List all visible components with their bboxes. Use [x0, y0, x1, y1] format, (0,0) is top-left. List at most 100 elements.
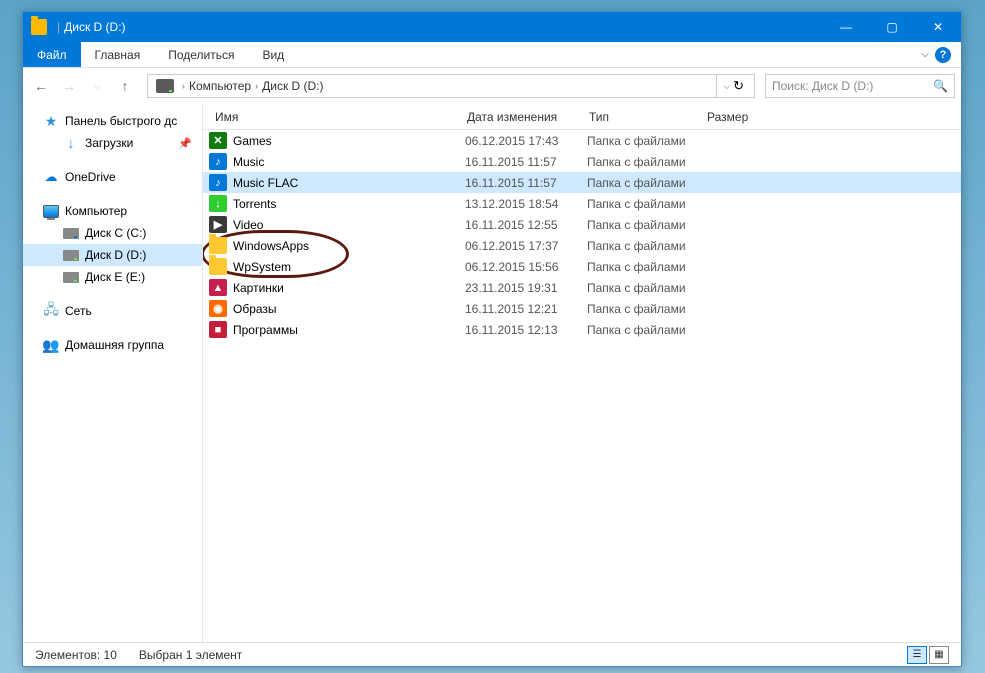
separator-icon: | — [57, 20, 60, 34]
file-row[interactable]: ▶Video16.11.2015 12:55Папка с файлами — [203, 214, 961, 235]
breadcrumb-drive[interactable]: Диск D (D:) — [262, 79, 323, 93]
sidebar-item-network[interactable]: 🖧 Сеть — [23, 300, 202, 322]
file-name: Video — [233, 218, 263, 232]
file-name: Games — [233, 134, 272, 148]
drive-icon — [63, 270, 79, 284]
sidebar-item-quick[interactable]: ★ Панель быстрого дс — [23, 110, 202, 132]
file-date: 16.11.2015 11:57 — [465, 155, 587, 169]
file-name: Music — [233, 155, 264, 169]
file-row[interactable]: ♪ Music FLAC 16.11.2015 11:57Папка с файла… — [203, 172, 961, 193]
chevron-down-icon[interactable]: ⌵ — [723, 81, 730, 92]
tab-home[interactable]: Главная — [81, 42, 155, 67]
sidebar-item-drive-d[interactable]: Диск D (D:) — [23, 244, 202, 266]
computer-icon — [43, 204, 59, 218]
pin-icon: 📌 — [178, 137, 192, 150]
sidebar-item-drive-e[interactable]: Диск E (E:) — [23, 266, 202, 288]
file-type: Папка с файлами — [587, 260, 705, 274]
titlebar[interactable]: | Диск D (D:) — ▢ ✕ — [23, 12, 961, 42]
ribbon-help[interactable]: ⌵ ? — [911, 42, 961, 67]
file-type-icon: ♪ — [209, 174, 227, 191]
file-name: WindowsApps — [233, 239, 309, 253]
file-row[interactable]: ♪ Music 16.11.2015 11:57Папка с файлами — [203, 151, 961, 172]
sidebar-item-homegroup[interactable]: 👥 Домашняя группа — [23, 334, 202, 356]
file-name: Картинки — [233, 281, 284, 295]
help-icon[interactable]: ? — [935, 47, 951, 63]
file-type: Папка с файлами — [587, 239, 705, 253]
file-type: Папка с файлами — [587, 281, 705, 295]
file-row[interactable]: ■Программы16.11.2015 12:13Папка с файлам… — [203, 319, 961, 340]
back-button[interactable]: ← — [29, 74, 53, 98]
status-count: Элементов: 10 — [35, 648, 117, 662]
file-type-icon: ▶ — [209, 216, 227, 233]
close-button[interactable]: ✕ — [915, 12, 961, 42]
up-button[interactable]: ↑ — [113, 74, 137, 98]
search-placeholder: Поиск: Диск D (D:) — [772, 79, 933, 93]
file-type: Папка с файлами — [587, 176, 705, 190]
file-type: Папка с файлами — [587, 155, 705, 169]
file-name: Torrents — [233, 197, 276, 211]
ribbon: Файл Главная Поделиться Вид ⌵ ? — [23, 42, 961, 68]
download-icon: ↓ — [63, 136, 79, 150]
file-type-icon: ◉ — [209, 300, 227, 317]
col-size[interactable]: Размер — [699, 110, 779, 124]
sidebar-item-downloads[interactable]: ↓ Загрузки 📌 — [23, 132, 202, 154]
file-date: 13.12.2015 18:54 — [465, 197, 587, 211]
chevron-right-icon[interactable]: › — [255, 81, 258, 91]
breadcrumb[interactable]: › Компьютер › Диск D (D:) ⌵ ↻ — [147, 74, 755, 98]
file-type-icon: ♪ — [209, 153, 227, 170]
file-date: 06.12.2015 17:43 — [465, 134, 587, 148]
window-title: Диск D (D:) — [64, 20, 823, 34]
maximize-button[interactable]: ▢ — [869, 12, 915, 42]
file-date: 16.11.2015 11:57 — [465, 176, 587, 190]
file-type: Папка с файлами — [587, 302, 705, 316]
breadcrumb-computer[interactable]: Компьютер — [189, 79, 251, 93]
file-type-icon: ▲ — [209, 279, 227, 296]
tab-file[interactable]: Файл — [23, 42, 81, 67]
file-date: 06.12.2015 17:37 — [465, 239, 587, 253]
file-list[interactable]: ✕Games06.12.2015 17:43Папка с файлами♪Mu… — [203, 130, 961, 642]
drive-icon — [63, 226, 79, 240]
file-type-icon: ✕ — [209, 132, 227, 149]
search-icon: 🔍 — [933, 79, 948, 93]
forward-button[interactable]: → — [57, 74, 81, 98]
file-date: 16.11.2015 12:13 — [465, 323, 587, 337]
sidebar-item-computer[interactable]: Компьютер — [23, 200, 202, 222]
file-date: 16.11.2015 12:55 — [465, 218, 587, 232]
file-type: Папка с файлами — [587, 323, 705, 337]
file-type: Папка с файлами — [587, 134, 705, 148]
col-type[interactable]: Тип — [581, 110, 699, 124]
file-date: 06.12.2015 15:56 — [465, 260, 587, 274]
file-name: Music FLAC — [233, 176, 298, 190]
tab-share[interactable]: Поделиться — [154, 42, 248, 67]
minimize-button[interactable]: — — [823, 12, 869, 42]
network-icon: 🖧 — [43, 304, 59, 318]
col-name[interactable]: Имя — [203, 110, 459, 124]
tab-view[interactable]: Вид — [248, 42, 298, 67]
homegroup-icon: 👥 — [43, 338, 59, 352]
col-date[interactable]: Дата изменения — [459, 110, 581, 124]
sidebar-item-onedrive[interactable]: ☁ OneDrive — [23, 166, 202, 188]
file-row[interactable]: ✕ Games 06.12.2015 17:43Папка с файлами — [203, 130, 961, 151]
view-details-button[interactable]: ☰ — [907, 646, 927, 664]
column-headers: Имя Дата изменения Тип Размер — [203, 104, 961, 130]
drive-icon — [63, 248, 79, 262]
navigation-bar: ← → ⌵ ↑ › Компьютер › Диск D (D:) ⌵ ↻ По… — [23, 68, 961, 104]
file-name: WpSystem — [233, 260, 291, 274]
file-row[interactable]: WindowsApps 06.12.2015 17:37Папка с файла… — [203, 235, 961, 256]
view-icons-button[interactable]: ▦ — [929, 646, 949, 664]
file-name: Образы — [233, 302, 277, 316]
file-type-icon — [209, 258, 227, 275]
chevron-right-icon[interactable]: › — [182, 81, 185, 91]
file-row[interactable]: WpSystem 06.12.2015 15:56Папка с файлами — [203, 256, 961, 277]
file-row[interactable]: ▲Картинки23.11.2015 19:31Папка с файлами — [203, 277, 961, 298]
file-type-icon — [209, 237, 227, 254]
sidebar-item-drive-c[interactable]: Диск C (C:) — [23, 222, 202, 244]
folder-icon — [31, 19, 47, 35]
drive-icon — [156, 79, 174, 93]
history-dropdown[interactable]: ⌵ — [85, 74, 109, 98]
file-row[interactable]: ◉Образы16.11.2015 12:21Папка с файлами — [203, 298, 961, 319]
file-row[interactable]: ↓Torrents13.12.2015 18:54Папка с файлами — [203, 193, 961, 214]
refresh-button[interactable]: ↻ — [733, 78, 744, 94]
search-input[interactable]: Поиск: Диск D (D:) 🔍 — [765, 74, 955, 98]
file-name: Программы — [233, 323, 298, 337]
